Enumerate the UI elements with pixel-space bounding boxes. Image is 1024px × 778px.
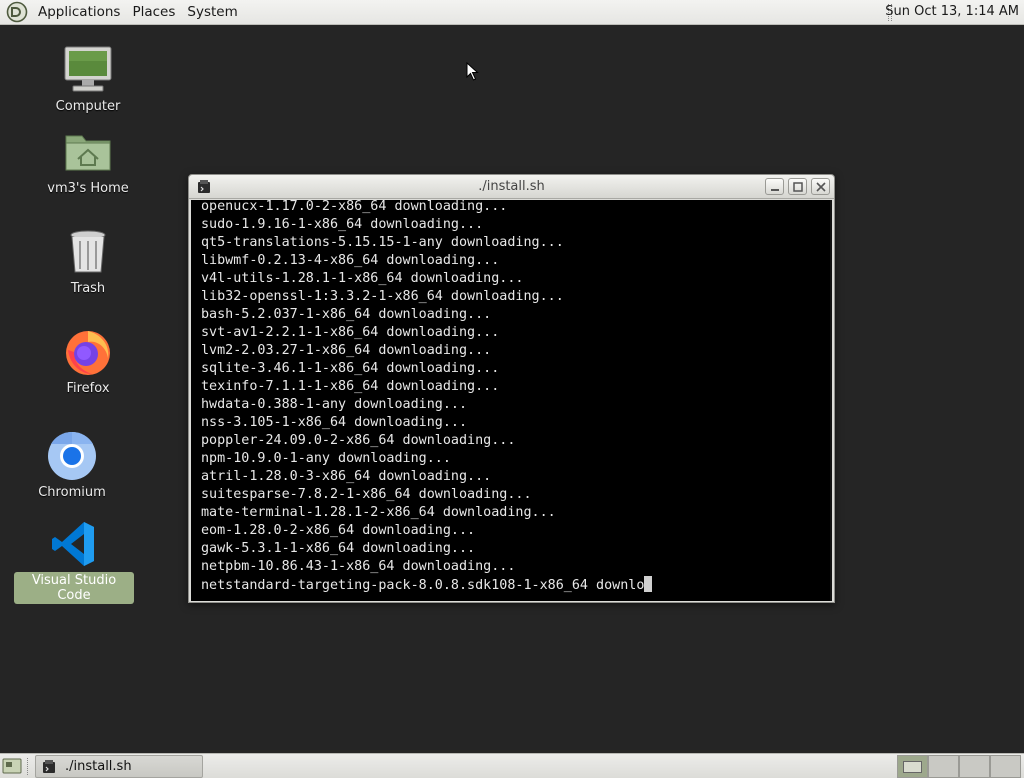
workspace-window-thumb: [903, 761, 922, 773]
bottom-panel: ./install.sh: [0, 753, 1024, 778]
places-menu[interactable]: Places: [126, 4, 181, 20]
desktop-icon-home[interactable]: vm3's Home: [28, 126, 148, 197]
terminal-output[interactable]: openucx-1.17.0-2-x86_64 downloading... su…: [191, 200, 832, 601]
terminal-scrollbar[interactable]: [830, 200, 832, 601]
minimize-button[interactable]: [765, 178, 784, 195]
desktop-icon-label: Trash: [70, 281, 106, 296]
desktop-icon-vscode[interactable]: Visual Studio Code: [14, 518, 134, 604]
desktop-icon-trash[interactable]: Trash: [28, 226, 148, 297]
vscode-icon: [52, 522, 94, 566]
close-button[interactable]: [811, 178, 830, 195]
terminal-line: lvm2-2.03.27-1-x86_64 downloading...: [201, 343, 492, 358]
clock[interactable]: Sun Oct 13, 1:14 AM: [885, 4, 1019, 19]
panel-handle[interactable]: [27, 758, 30, 775]
terminal-line: nss-3.105-1-x86_64 downloading...: [201, 415, 468, 430]
desktop-icon-label: Visual Studio Code: [14, 572, 134, 604]
terminal-line: openucx-1.17.0-2-x86_64 downloading...: [201, 200, 508, 214]
terminal-line: lib32-openssl-1:3.3.2-1-x86_64 downloadi…: [201, 289, 564, 304]
close-icon: [816, 182, 826, 192]
maximize-icon: [793, 182, 803, 192]
show-desktop-icon[interactable]: [2, 758, 22, 775]
terminal-line: texinfo-7.1.1-1-x86_64 downloading...: [201, 379, 500, 394]
terminal-line: hwdata-0.388-1-any downloading...: [201, 397, 468, 412]
terminal-app-icon: [43, 759, 55, 773]
terminal-line: svt-av1-2.2.1-1-x86_64 downloading...: [201, 325, 500, 340]
computer-icon: [64, 46, 112, 92]
applications-menu[interactable]: Applications: [32, 4, 126, 20]
minimize-icon: [771, 189, 779, 191]
terminal-line: atril-1.28.0-3-x86_64 downloading...: [201, 469, 492, 484]
terminal-line: mate-terminal-1.28.1-2-x86_64 downloadin…: [201, 505, 556, 520]
desktop-icon-label: Chromium: [38, 485, 106, 500]
terminal-line: suitesparse-7.8.2-1-x86_64 downloading..…: [201, 487, 532, 502]
taskbar-button-install-sh[interactable]: ./install.sh: [35, 755, 203, 778]
trash-icon: [70, 230, 106, 273]
terminal-line: netpbm-10.86.43-1-x86_64 downloading...: [201, 559, 516, 574]
desktop-icon-label: vm3's Home: [47, 181, 129, 196]
workspace-1[interactable]: [897, 755, 928, 778]
terminal-line: poppler-24.09.0-2-x86_64 downloading...: [201, 433, 516, 448]
desktop-icon-label: Computer: [55, 99, 121, 114]
window-title: ./install.sh: [478, 179, 545, 194]
top-panel: Applications Places System Sun Oct 13, 1…: [0, 0, 1024, 25]
terminal-current-line-text: netstandard-targeting-pack-8.0.8.sdk108-…: [201, 578, 645, 593]
desktop-icon-chromium[interactable]: Chromium: [12, 430, 132, 501]
system-menu[interactable]: System: [181, 4, 243, 20]
desktop-icon-label: Firefox: [66, 381, 110, 396]
desktop-icon-firefox[interactable]: Firefox: [28, 326, 148, 397]
workspace-2[interactable]: [928, 755, 959, 778]
terminal-window[interactable]: ./install.sh openucx-1.17.0-2-x86_64 dow…: [188, 174, 835, 603]
terminal-lines: openucx-1.17.0-2-x86_64 downloading... su…: [201, 200, 653, 594]
terminal-current-line: netstandard-targeting-pack-8.0.8.sdk108-…: [201, 576, 653, 594]
terminal-line: eom-1.28.0-2-x86_64 downloading...: [201, 523, 476, 538]
desktop-icon-computer[interactable]: Computer: [28, 44, 148, 115]
terminal-cursor: [644, 576, 653, 592]
home-folder-icon: [65, 135, 111, 171]
workspace-3[interactable]: [959, 755, 990, 778]
firefox-icon: [66, 331, 110, 375]
mouse-pointer-icon: [466, 62, 479, 81]
terminal-line: v4l-utils-1.28.1-1-x86_64 downloading...: [201, 271, 524, 286]
mate-logo-icon[interactable]: [6, 1, 28, 23]
chromium-icon: [48, 431, 96, 480]
terminal-line: sqlite-3.46.1-1-x86_64 downloading...: [201, 361, 500, 376]
terminal-line: gawk-5.3.1-1-x86_64 downloading...: [201, 541, 476, 556]
terminal-line: npm-10.9.0-1-any downloading...: [201, 451, 451, 466]
maximize-button[interactable]: [788, 178, 807, 195]
taskbar-button-label: ./install.sh: [65, 759, 132, 774]
window-titlebar[interactable]: ./install.sh: [189, 175, 834, 199]
terminal-line: qt5-translations-5.15.15-1-any downloadi…: [201, 235, 564, 250]
workspace-4[interactable]: [990, 755, 1021, 778]
terminal-line: sudo-1.9.16-1-x86_64 downloading...: [201, 217, 484, 232]
terminal-line: libwmf-0.2.13-4-x86_64 downloading...: [201, 253, 500, 268]
terminal-line: bash-5.2.037-1-x86_64 downloading...: [201, 307, 492, 322]
